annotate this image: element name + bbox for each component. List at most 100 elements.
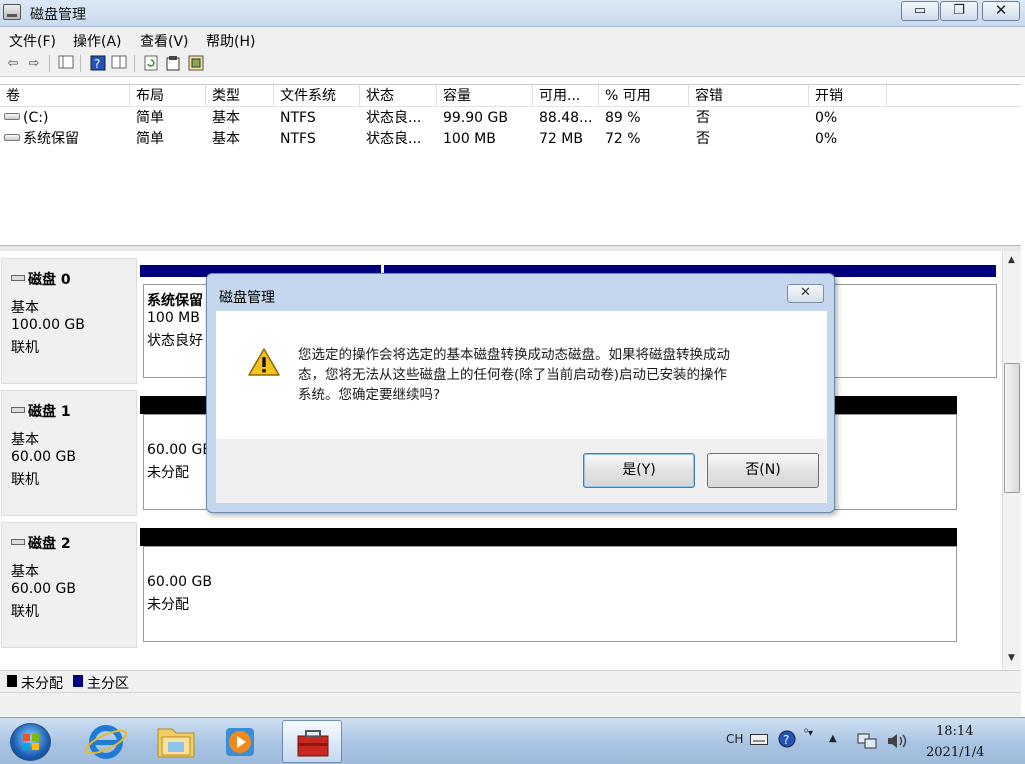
help-icon[interactable]: ? [89,55,107,72]
disk-name-text: 磁盘 2 [28,536,71,552]
percent-free-cell: 72 % [605,131,641,147]
disk-management-taskbar-button[interactable] [282,720,342,763]
disk-icon [11,275,25,281]
volume-name: (C:) [23,110,49,126]
scroll-down-arrow-icon[interactable]: ▼ [1003,651,1020,665]
status-cell: 状态良... [366,110,422,126]
dialog-message-line: 态，您将无法从这些磁盘上的任何卷(除了当前启动卷)启动已安装的操作 [298,367,728,383]
dialog-body: 您选定的操作会将选定的基本磁盘转换成动态磁盘。如果将磁盘转换成动 态，您将无法从… [216,311,827,439]
partition-status: 状态良好 [147,333,203,349]
minimize-button[interactable]: ▭ [901,1,939,21]
disk-0-name: 磁盘 0 [11,269,71,289]
disk-1-name: 磁盘 1 [11,401,71,421]
type-cell: 基本 [212,131,240,147]
disk-1-size: 60.00 GB [11,449,76,465]
disk-0-status: 联机 [11,340,39,356]
disk-2-label[interactable]: 磁盘 2 基本 60.00 GB 联机 [1,522,137,648]
no-button[interactable]: 否(N) [707,453,819,488]
disk-2-size: 60.00 GB [11,581,76,597]
column-header-overhead[interactable]: 开销 [809,85,887,107]
column-header-layout[interactable]: 布局 [130,85,206,107]
warning-icon [247,347,281,377]
vertical-scrollbar[interactable]: ▲ ▼ [1002,251,1021,669]
free-space-cell: 88.48... [539,110,593,126]
capacity-cell: 99.90 GB [443,110,508,126]
disk-2-name: 磁盘 2 [11,533,71,553]
restore-button[interactable]: ❐ [940,1,978,21]
column-header-status[interactable]: 状态 [360,85,437,107]
keyboard-icon[interactable] [750,734,768,748]
help-icon[interactable]: ? [778,730,796,751]
volume-name-cell: (C:) [4,108,129,128]
volume-list: 卷 布局 类型 文件系统 状态 容量 可用... % 可用 容错 开销 (C:)… [0,84,1021,244]
scroll-thumb[interactable] [1004,363,1020,493]
disk-name-text: 磁盘 1 [28,404,71,420]
forward-arrow-icon[interactable]: ⇨ [25,55,43,72]
partition-name: 系统保留 [147,293,203,309]
filesystem-cell: NTFS [280,110,316,126]
ime-options-icon[interactable]: ⁰▾ [804,728,813,739]
internet-explorer-icon[interactable] [76,720,136,763]
clock-date[interactable]: 2021/1/4 [926,745,984,760]
overhead-cell: 0% [815,131,838,147]
dialog-title: 磁盘管理 [219,290,275,306]
disk-0-label[interactable]: 磁盘 0 基本 100.00 GB 联机 [1,258,137,384]
column-header-type[interactable]: 类型 [206,85,274,107]
volume-name-cell: 系统保留 [4,129,129,149]
fault-tolerance-cell: 否 [696,131,710,147]
toolbar-separator [49,55,50,72]
menu-help[interactable]: 帮助(H) [206,31,255,51]
disk-2-partitions: 60.00 GB 未分配 [139,522,960,648]
drive-icon [4,112,20,120]
network-icon[interactable] [857,732,877,753]
properties-icon[interactable] [164,55,182,72]
language-indicator[interactable]: CH [726,732,743,746]
disk-0-size: 100.00 GB [11,317,85,333]
details-pane-icon[interactable] [110,55,128,72]
dialog-close-button[interactable]: ✕ [787,284,824,303]
windows-logo-icon [23,734,39,750]
partition-unallocated[interactable]: 60.00 GB 未分配 [143,546,957,642]
back-arrow-icon[interactable]: ⇦ [4,55,22,72]
disk-2-type: 基本 [11,564,39,580]
close-button[interactable]: ✕ [982,1,1020,21]
disk-management-icon [3,4,21,20]
partition-size: 100 MB [147,310,200,326]
menu-file[interactable]: 文件(F) [9,31,56,51]
media-player-icon[interactable] [212,720,272,763]
menu-action[interactable]: 操作(A) [73,31,122,51]
dialog-message-line: 您选定的操作会将选定的基本磁盘转换成动态磁盘。如果将磁盘转换成动 [298,347,730,363]
type-cell: 基本 [212,110,240,126]
partition-status: 未分配 [147,597,189,613]
clock-time[interactable]: 18:14 [936,724,973,739]
menu-view[interactable]: 查看(V) [140,31,189,51]
svg-text:?: ? [783,733,789,747]
column-header-percent-free[interactable]: % 可用 [599,85,689,107]
column-header-filesystem[interactable]: 文件系统 [274,85,360,107]
start-button[interactable] [10,723,51,761]
disk-icon [11,539,25,545]
column-header-volume[interactable]: 卷 [0,85,130,107]
action-pane-icon[interactable] [187,55,205,72]
windows-explorer-icon[interactable] [146,720,206,763]
console-tree-icon[interactable] [57,55,75,72]
table-row[interactable]: 系统保留 简单 基本 NTFS 状态良... 100 MB 72 MB 72 %… [0,129,1021,149]
scroll-up-arrow-icon[interactable]: ▲ [1003,253,1020,267]
volume-list-header: 卷 布局 类型 文件系统 状态 容量 可用... % 可用 容错 开销 [0,85,1021,107]
table-row[interactable]: (C:) 简单 基本 NTFS 状态良... 99.90 GB 88.48...… [0,108,1021,128]
partition-size: 60.00 GB [147,574,212,590]
column-header-fault-tolerance[interactable]: 容错 [689,85,809,107]
volume-icon[interactable] [886,732,908,753]
column-header-capacity[interactable]: 容量 [437,85,533,107]
show-hidden-icons-icon[interactable]: ▲ [829,733,837,744]
column-header-free-space[interactable]: 可用... [533,85,599,107]
dialog-message: 您选定的操作会将选定的基本磁盘转换成动态磁盘。如果将磁盘转换成动 态，您将无法从… [298,345,808,405]
overhead-cell: 0% [815,110,838,126]
yes-button[interactable]: 是(Y) [583,453,695,488]
free-space-cell: 72 MB [539,131,583,147]
status-cell: 状态良... [366,131,422,147]
partition-size: 60.00 GB [147,442,212,458]
refresh-icon[interactable] [142,55,160,72]
disk-1-label[interactable]: 磁盘 1 基本 60.00 GB 联机 [1,390,137,516]
disk-1-status: 联机 [11,472,39,488]
